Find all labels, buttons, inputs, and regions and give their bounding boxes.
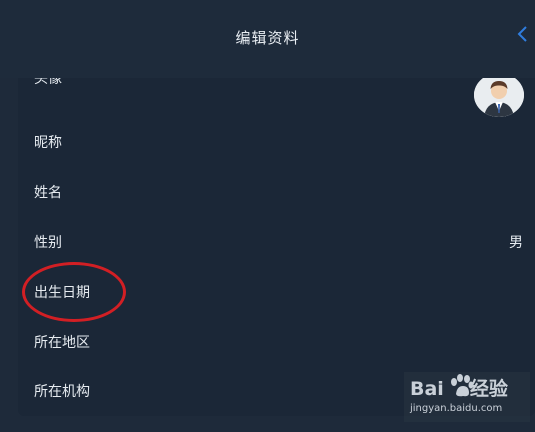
page-title: 编辑资料 xyxy=(235,29,300,47)
row-label: 出生日期 xyxy=(34,285,90,301)
row-region[interactable]: 所在地区 xyxy=(18,317,535,367)
row-label: 昵称 xyxy=(34,135,62,151)
app-header: 编辑资料 xyxy=(0,0,535,78)
row-label: 所在机构 xyxy=(34,384,90,400)
row-label: 姓名 xyxy=(34,185,62,201)
profile-card: 头像 昵称 姓名 性别 男 出生日期 所在地区 所在机构 xyxy=(18,78,535,416)
row-label: 所在地区 xyxy=(34,335,90,351)
row-nickname[interactable]: 昵称 xyxy=(18,117,535,167)
row-birthdate[interactable]: 出生日期 xyxy=(18,267,535,317)
user-avatar-icon xyxy=(474,78,524,117)
row-avatar[interactable]: 头像 xyxy=(18,78,535,117)
row-value: 男 xyxy=(509,235,523,251)
row-gender[interactable]: 性别 男 xyxy=(18,217,535,267)
chevron-left-icon[interactable] xyxy=(515,24,531,44)
row-name[interactable]: 姓名 xyxy=(18,167,535,217)
row-label: 头像 xyxy=(34,78,62,87)
watermark: Bai 经验 jingyan.baidu.com xyxy=(404,372,530,422)
avatar[interactable] xyxy=(474,78,524,117)
row-label: 性别 xyxy=(34,235,62,251)
paw-icon xyxy=(451,374,474,397)
watermark-url: jingyan.baidu.com xyxy=(410,403,503,414)
